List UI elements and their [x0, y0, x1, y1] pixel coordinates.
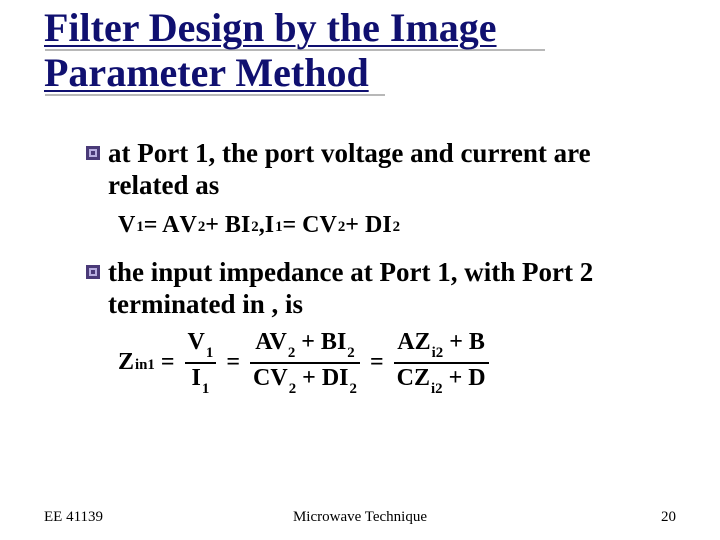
eq-sym: Z — [118, 349, 134, 376]
eq-sub: i2 — [431, 381, 443, 397]
eq-sym: V — [118, 212, 135, 239]
slide-footer: EE 41139 Microwave Technique 20 — [0, 504, 720, 526]
fraction-bar — [394, 362, 489, 364]
eq-sym: V — [179, 212, 196, 239]
equation: V1 = A V2 + B I2 , I1 = C V2 + D I2 — [118, 212, 666, 239]
eq-sym: + B — [295, 329, 337, 355]
eq-sym: V — [270, 365, 287, 391]
eq-sym: I — [241, 212, 250, 239]
equation: Zin1 = V1 I1 = AV2 + BI2 CV2 + DI2 — [118, 330, 666, 395]
eq-sub: 2 — [251, 219, 258, 236]
eq-sub: 2 — [289, 381, 296, 397]
eq-sym: A — [397, 329, 414, 355]
eq-sym: = C — [283, 212, 320, 239]
equation-content: Zin1 = V1 I1 = AV2 + BI2 CV2 + DI2 — [118, 330, 666, 395]
eq-sub: 2 — [350, 381, 357, 397]
bullet-item: the input impedance at Port 1, with Port… — [86, 257, 666, 321]
eq-sym: + D — [443, 365, 486, 391]
bullet-icon — [86, 146, 100, 160]
eq-sym: Z — [414, 365, 430, 391]
eq-sym: + B — [443, 329, 485, 355]
eq-sym: V — [269, 329, 286, 355]
eq-sym: = — [155, 349, 181, 376]
fraction-bar — [185, 362, 217, 364]
slide-title: Filter Design by the Image Parameter Met… — [44, 6, 684, 96]
bullet-text: at Port 1, the port voltage and current … — [108, 138, 591, 200]
eq-sym: I — [192, 365, 201, 391]
eq-sym: Z — [415, 329, 431, 355]
slide: Filter Design by the Image Parameter Met… — [0, 0, 720, 540]
fraction: AV2 + BI2 CV2 + DI2 — [250, 330, 360, 395]
footer-center: Microwave Technique — [0, 509, 720, 526]
eq-sym: V — [188, 329, 205, 355]
eq-sym: I — [265, 212, 274, 239]
eq-sub: 1 — [136, 219, 143, 236]
fraction: V1 I1 — [185, 330, 217, 395]
eq-sub: 2 — [338, 219, 345, 236]
eq-sym: I — [337, 329, 346, 355]
eq-sub: in1 — [135, 357, 155, 374]
eq-sym: + B — [205, 212, 241, 239]
eq-sym: = — [220, 349, 246, 376]
eq-sub: 1 — [275, 219, 282, 236]
eq-sub: 2 — [288, 345, 295, 361]
eq-sym: V — [320, 212, 337, 239]
eq-sub: 2 — [347, 345, 354, 361]
eq-sym: A — [255, 329, 269, 355]
eq-sym: I — [382, 212, 391, 239]
eq-sym: + D — [345, 212, 382, 239]
eq-sub: i2 — [432, 345, 444, 361]
fraction-bar — [250, 362, 360, 364]
eq-sub: 2 — [393, 219, 400, 236]
eq-sub: 2 — [198, 219, 205, 236]
eq-sym: C — [253, 365, 270, 391]
footer-right: 20 — [661, 509, 676, 526]
eq-sym: I — [339, 365, 348, 391]
fraction: AZi2 + B CZi2 + D — [394, 330, 489, 395]
eq-sym: = — [364, 349, 390, 376]
slide-body: at Port 1, the port voltage and current … — [86, 130, 666, 413]
eq-sub: 1 — [202, 381, 209, 397]
equation-content: V1 = A V2 + B I2 , I1 = C V2 + D I2 — [118, 212, 666, 239]
bullet-icon — [86, 265, 100, 279]
eq-sym: C — [397, 365, 414, 391]
eq-sym: = A — [144, 212, 180, 239]
bullet-item: at Port 1, the port voltage and current … — [86, 138, 666, 202]
eq-sub: 1 — [206, 345, 213, 361]
bullet-text: the input impedance at Port 1, with Port… — [108, 257, 593, 319]
eq-sym: + D — [296, 365, 339, 391]
